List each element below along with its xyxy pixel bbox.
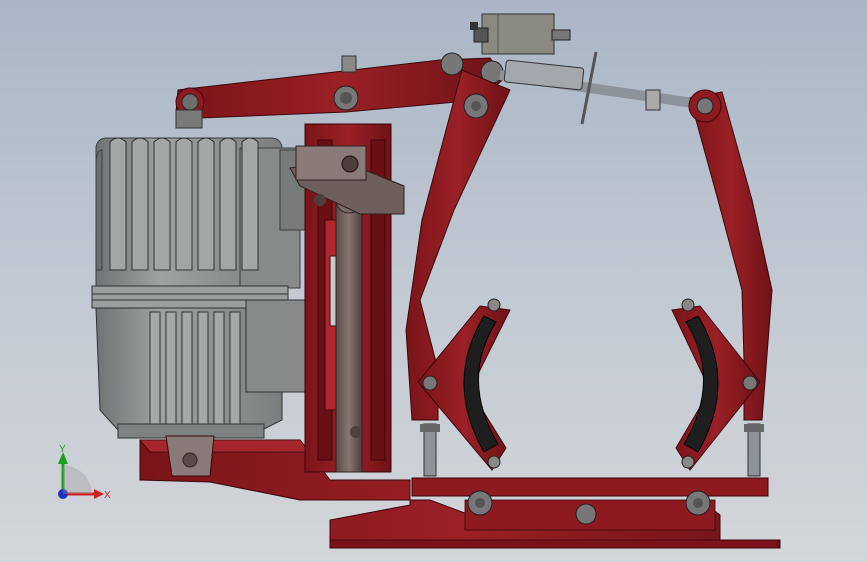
y-axis-label: Y xyxy=(59,444,66,455)
brake-assembly-drawing: Y X xyxy=(58,13,781,549)
thruster-motor xyxy=(91,137,309,477)
limit-switch xyxy=(470,13,571,55)
cad-viewport[interactable]: Y X xyxy=(0,0,867,562)
axis-triad: Y X xyxy=(58,444,111,501)
adjusting-rod xyxy=(499,51,701,125)
cooling-fins-upper xyxy=(109,137,259,271)
x-axis-label: X xyxy=(104,490,111,501)
center-column xyxy=(289,123,405,473)
